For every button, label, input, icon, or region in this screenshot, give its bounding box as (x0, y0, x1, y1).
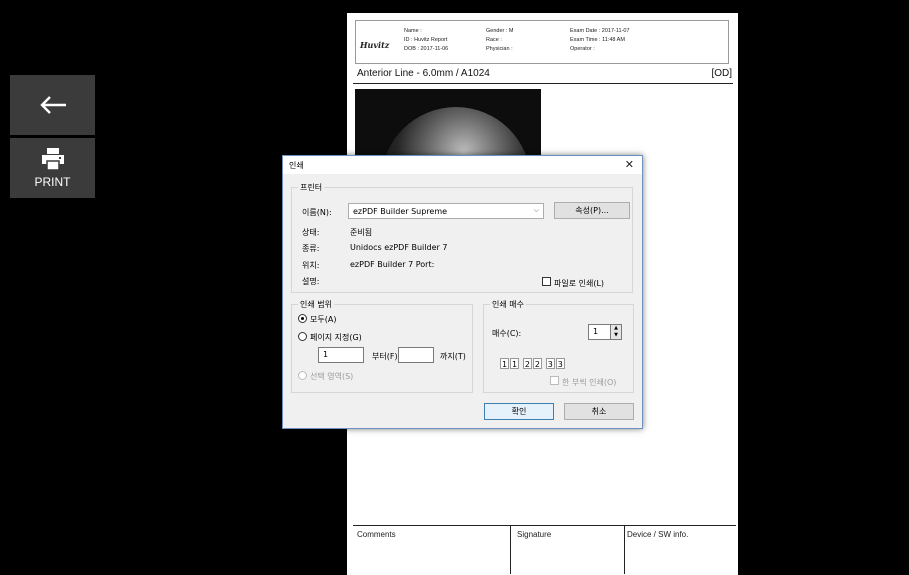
back-button[interactable] (10, 75, 95, 135)
all-pages-radio[interactable] (298, 314, 307, 323)
type-value: Unidocs ezPDF Builder 7 (350, 243, 448, 252)
print-range-legend: 인쇄 범위 (298, 299, 334, 310)
title-divider (353, 83, 733, 84)
screen: PRINT Huvitz Name : ID : Huvitz Report D… (0, 0, 909, 575)
exam-time-field: Exam Time : 11:48 AM (570, 37, 625, 43)
name-field: Name : (404, 28, 422, 34)
device-info-label: Device / SW info. (627, 530, 689, 539)
physician-field: Physician : (486, 46, 513, 52)
ok-button[interactable]: 확인 (484, 403, 554, 420)
comment-label: 설명: (302, 277, 320, 286)
where-value: ezPDF Builder 7 Port: (350, 260, 435, 269)
properties-button[interactable]: 속성(P)... (554, 202, 630, 219)
printer-legend: 프린터 (298, 182, 325, 193)
page-range-radio[interactable] (298, 332, 307, 341)
id-field: ID : Huvitz Report (404, 37, 448, 43)
print-range-group: 인쇄 범위 모두(A) 페이지 지정(G) 1 부터(F) 까지(T) 선택 영… (291, 299, 473, 393)
print-dialog: 인쇄 ✕ 프린터 이름(N): ezPDF Builder Supreme ⌵ … (282, 155, 643, 429)
dialog-title: 인쇄 (289, 161, 304, 170)
race-field: Race : (486, 37, 502, 43)
copies-spinner[interactable]: ▲ ▼ (610, 324, 622, 340)
close-icon[interactable]: ✕ (625, 158, 634, 171)
copies-count-input[interactable]: 1 (588, 324, 612, 340)
page-range-label: 페이지 지정(G) (310, 333, 362, 342)
where-label: 위치: (302, 261, 320, 270)
report-header: Huvitz Name : ID : Huvitz Report DOB : 2… (355, 20, 729, 64)
printer-group: 프린터 이름(N): ezPDF Builder Supreme ⌵ 속성(P)… (291, 182, 633, 293)
footer-divider (510, 526, 511, 574)
printer-icon (41, 148, 64, 171)
dialog-titlebar[interactable]: 인쇄 ✕ (283, 156, 642, 174)
printer-name-label: 이름(N): (302, 208, 332, 217)
print-button[interactable]: PRINT (10, 138, 95, 198)
print-label: PRINT (34, 175, 71, 189)
selection-radio[interactable] (298, 371, 307, 380)
printer-select-value: ezPDF Builder Supreme (353, 207, 448, 216)
all-pages-label: 모두(A) (310, 315, 337, 324)
to-label: 까지(T) (440, 352, 466, 361)
report-footer: Comments Signature Device / SW info. (353, 525, 736, 574)
dob-field: DOB : 2017-11-06 (404, 46, 449, 52)
comments-label: Comments (357, 530, 396, 539)
gender-field: Gender : M (486, 28, 514, 34)
from-page-input[interactable]: 1 (318, 347, 364, 363)
eye-tag: [OD] (711, 68, 732, 79)
from-label: 부터(F) (372, 352, 398, 361)
footer-divider (624, 526, 625, 574)
selection-label: 선택 영역(S) (310, 372, 354, 381)
signature-label: Signature (517, 530, 552, 539)
chevron-down-icon: ⌵ (533, 206, 539, 214)
type-label: 종류: (302, 244, 320, 253)
print-to-file-checkbox[interactable] (542, 277, 551, 286)
exam-date-field: Exam Date : 2017-11-07 (570, 28, 630, 34)
to-page-input[interactable] (398, 347, 434, 363)
huvitz-logo: Huvitz (360, 40, 390, 50)
operator-field: Operator : (570, 46, 595, 52)
printer-select[interactable]: ezPDF Builder Supreme ⌵ (348, 203, 544, 219)
copies-legend: 인쇄 매수 (490, 299, 526, 310)
collate-icon: 11 22 33 (500, 358, 565, 369)
print-to-file-label: 파일로 인쇄(L) (554, 279, 605, 288)
collate-label: 한 부씩 인쇄(O) (562, 378, 617, 387)
section-title: Anterior Line - 6.0mm / A1024 (357, 68, 490, 79)
status-value: 준비됨 (350, 228, 373, 237)
cancel-button[interactable]: 취소 (564, 403, 634, 420)
patient-info: Name : ID : Huvitz Report DOB : 2017-11-… (404, 27, 448, 54)
exam-info: Exam Date : 2017-11-07 Exam Time : 11:48… (570, 27, 630, 54)
demographics-info: Gender : M Race : Physician : (486, 27, 514, 54)
collate-checkbox[interactable] (550, 376, 559, 385)
copies-group: 인쇄 매수 매수(C): 1 ▲ ▼ 11 22 33 한 부씩 인쇄(O) (483, 299, 634, 393)
copies-count-label: 매수(C): (492, 329, 522, 338)
status-label: 상태: (302, 228, 320, 237)
arrow-left-icon (39, 96, 66, 114)
